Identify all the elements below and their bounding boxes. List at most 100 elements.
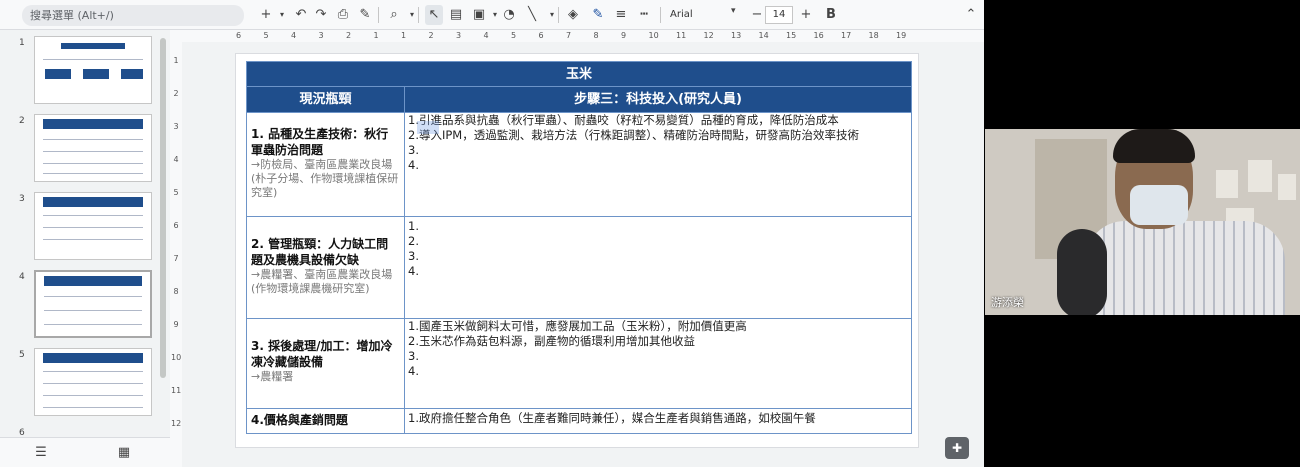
redo-icon[interactable]: ↷ bbox=[312, 5, 330, 25]
ruler-tick: 15 bbox=[786, 31, 797, 40]
ruler-tick: 6 bbox=[538, 31, 544, 40]
issue-cell[interactable]: 4.價格與產銷問題 bbox=[246, 408, 405, 434]
list-item: 3. bbox=[408, 349, 419, 363]
slide-table[interactable]: 玉米 現況瓶頸 步驟三：科技投入(研究人員) 1. 品種及生產技術：秋行軍蟲防治… bbox=[245, 61, 913, 434]
col1-header[interactable]: 現況瓶頸 bbox=[246, 86, 405, 113]
list-item: 2.導入IPM，透過監測、栽培方法（行株距調整）、精確防治時間點，研發高防治效率… bbox=[408, 128, 859, 142]
slide-thumbnail-4[interactable] bbox=[34, 270, 152, 338]
filmstrip-footer: ☰ ▦ bbox=[0, 437, 170, 467]
ruler-tick: 1 bbox=[373, 31, 379, 40]
font-size-input[interactable]: 14 bbox=[765, 6, 793, 24]
ruler-tick: 11 bbox=[676, 31, 687, 40]
solution-cell[interactable]: 1.國產玉米做飼料太可惜，應發展加工品（玉米粉），附加價值更高 2.玉米芯作為菇… bbox=[403, 318, 913, 409]
border-dash-icon[interactable]: ┅ bbox=[635, 5, 653, 25]
select-tool-icon[interactable]: ↖ bbox=[425, 5, 443, 25]
border-color-icon[interactable]: ✎ bbox=[589, 5, 607, 25]
text-box-icon[interactable]: ▤ bbox=[447, 5, 465, 25]
ruler-tick: 3 bbox=[173, 122, 179, 131]
slide-thumbnail-2[interactable] bbox=[34, 114, 152, 182]
slide-number: 2 bbox=[19, 116, 25, 126]
ruler-tick: 12 bbox=[703, 31, 714, 40]
list-item: 1.政府擔任整合角色（生產者難同時兼任），媒合生產者與銷售通路，如校園午餐 bbox=[408, 411, 816, 425]
ruler-tick: 12 bbox=[171, 419, 182, 428]
list-item: 2. bbox=[408, 234, 419, 248]
solution-cell[interactable]: 1.政府擔任整合角色（生產者難同時兼任），媒合生產者與銷售通路，如校園午餐 bbox=[403, 408, 913, 434]
list-item: 1.引進品系與抗蟲（秋行軍蟲）、耐蟲咬（籽粒不易變質）品種的育成，降低防治成本 bbox=[408, 113, 839, 127]
border-weight-icon[interactable]: ≡ bbox=[612, 5, 630, 25]
ruler-tick: 8 bbox=[593, 31, 599, 40]
slide-number: 5 bbox=[19, 350, 25, 360]
participant-name: 游添榮 bbox=[991, 296, 1024, 309]
ruler-tick: 6 bbox=[236, 31, 242, 40]
issue-cell[interactable]: 2. 管理瓶頸：人力缺工問題及農機具設備欠缺 →農糧署、臺南區農業改良場(作物環… bbox=[246, 216, 405, 319]
list-item: 4. bbox=[408, 364, 419, 378]
bold-icon[interactable]: B bbox=[822, 5, 840, 25]
ruler-tick: 10 bbox=[171, 353, 182, 362]
filmstrip-view-icon[interactable]: ☰ bbox=[32, 443, 50, 463]
list-item: 3. bbox=[408, 249, 419, 263]
collapse-toolbar-icon[interactable]: ⌃ bbox=[962, 5, 980, 25]
ruler-tick: 14 bbox=[758, 31, 769, 40]
ruler-tick: 4 bbox=[483, 31, 489, 40]
ruler-tick: 17 bbox=[841, 31, 852, 40]
ruler-tick: 1 bbox=[173, 56, 179, 65]
filmstrip-scrollbar[interactable] bbox=[160, 38, 166, 378]
issue-title: 2. 管理瓶頸：人力缺工問題及農機具設備欠缺 bbox=[251, 237, 389, 267]
slide-thumbnail-5[interactable] bbox=[34, 348, 152, 416]
ruler-tick: 9 bbox=[621, 31, 627, 40]
slide-filmstrip: 1 2 3 4 5 6 ☰ ▦ bbox=[0, 30, 170, 467]
menu-search-input[interactable]: 搜尋選單 (Alt+/) bbox=[22, 5, 244, 26]
slide-number: 3 bbox=[19, 194, 25, 204]
issue-cell[interactable]: 1. 品種及生產技術：秋行軍蟲防治問題 →防檢局、臺南區農業改良場(朴子分場、作… bbox=[246, 112, 405, 217]
shape-icon[interactable]: ◔ bbox=[500, 5, 518, 25]
ruler-tick: 5 bbox=[173, 188, 179, 197]
slide-thumbnail-1[interactable] bbox=[34, 36, 152, 104]
ruler-tick: 7 bbox=[566, 31, 572, 40]
font-size-decrease-button[interactable]: − bbox=[748, 5, 766, 25]
list-item: 2.玉米芯作為菇包料源，副產物的循環利用增加其他收益 bbox=[408, 334, 695, 348]
ruler-tick: 2 bbox=[173, 89, 179, 98]
font-family-select[interactable]: Arial bbox=[670, 6, 740, 24]
ruler-horizontal: 6 5 4 3 2 1 1 2 3 4 5 6 7 8 9 10 11 12 13 14 15 16 17 18 19 bbox=[170, 30, 984, 42]
ruler-tick: 7 bbox=[173, 254, 179, 263]
slide-thumbnail-3[interactable] bbox=[34, 192, 152, 260]
issue-note: →農糧署 bbox=[251, 370, 294, 383]
list-item: 3. bbox=[408, 143, 419, 157]
ruler-tick: 6 bbox=[173, 221, 179, 230]
ruler-tick: 2 bbox=[346, 31, 352, 40]
line-icon[interactable]: ╲ bbox=[523, 5, 541, 25]
ruler-tick: 4 bbox=[291, 31, 297, 40]
fill-color-icon[interactable]: ◈ bbox=[564, 5, 582, 25]
issue-title: 3. 採後處理/加工：增加冷凍冷藏儲設備 bbox=[251, 339, 393, 369]
issue-cell[interactable]: 3. 採後處理/加工：增加冷凍冷藏儲設備 →農糧署 bbox=[246, 318, 405, 409]
slide-number: 1 bbox=[19, 38, 25, 48]
col2-header[interactable]: 步驟三：科技投入(研究人員) bbox=[403, 86, 913, 113]
print-icon[interactable]: ⎙ bbox=[334, 5, 352, 25]
font-dropdown-icon[interactable]: ▾ bbox=[731, 6, 736, 16]
ruler-tick: 13 bbox=[731, 31, 742, 40]
ruler-tick: 16 bbox=[813, 31, 824, 40]
list-item: 4. bbox=[408, 158, 419, 172]
ruler-vertical: 1 2 3 4 5 6 7 8 9 10 11 12 bbox=[170, 42, 182, 467]
ruler-tick: 19 bbox=[896, 31, 907, 40]
add-comment-button[interactable]: ✚ bbox=[945, 437, 969, 459]
list-item: 1.國產玉米做飼料太可惜，應發展加工品（玉米粉），附加價值更高 bbox=[408, 319, 747, 333]
ruler-tick: 18 bbox=[868, 31, 879, 40]
zoom-icon[interactable]: ⌕ bbox=[385, 5, 403, 25]
ruler-tick: 3 bbox=[456, 31, 462, 40]
table-title[interactable]: 玉米 bbox=[245, 61, 913, 87]
solution-cell[interactable]: 1. 2. 3. 4. bbox=[403, 216, 913, 319]
new-slide-dropdown-icon[interactable]: ▾ bbox=[273, 5, 291, 25]
font-size-increase-button[interactable]: + bbox=[797, 5, 815, 25]
ruler-tick: 8 bbox=[173, 287, 179, 296]
solution-cell[interactable]: 1.引進品系與抗蟲（秋行軍蟲）、耐蟲咬（籽粒不易變質）品種的育成，降低防治成本 … bbox=[403, 112, 913, 217]
grid-view-icon[interactable]: ▦ bbox=[115, 443, 133, 463]
issue-note: →防檢局、臺南區農業改良場(朴子分場、作物環境課植保研究室) bbox=[251, 158, 399, 199]
ruler-tick: 10 bbox=[648, 31, 659, 40]
toolbar: 搜尋選單 (Alt+/) + ▾ ↶ ↷ ⎙ ✎ ⌕ ▾ ↖ ▤ ▣ ▾ ◔ ╲… bbox=[0, 0, 984, 30]
undo-icon[interactable]: ↶ bbox=[292, 5, 310, 25]
ruler-tick: 3 bbox=[318, 31, 324, 40]
paint-format-icon[interactable]: ✎ bbox=[356, 5, 374, 25]
ruler-tick: 9 bbox=[173, 320, 179, 329]
webcam-video: 游添榮 bbox=[985, 129, 1300, 315]
